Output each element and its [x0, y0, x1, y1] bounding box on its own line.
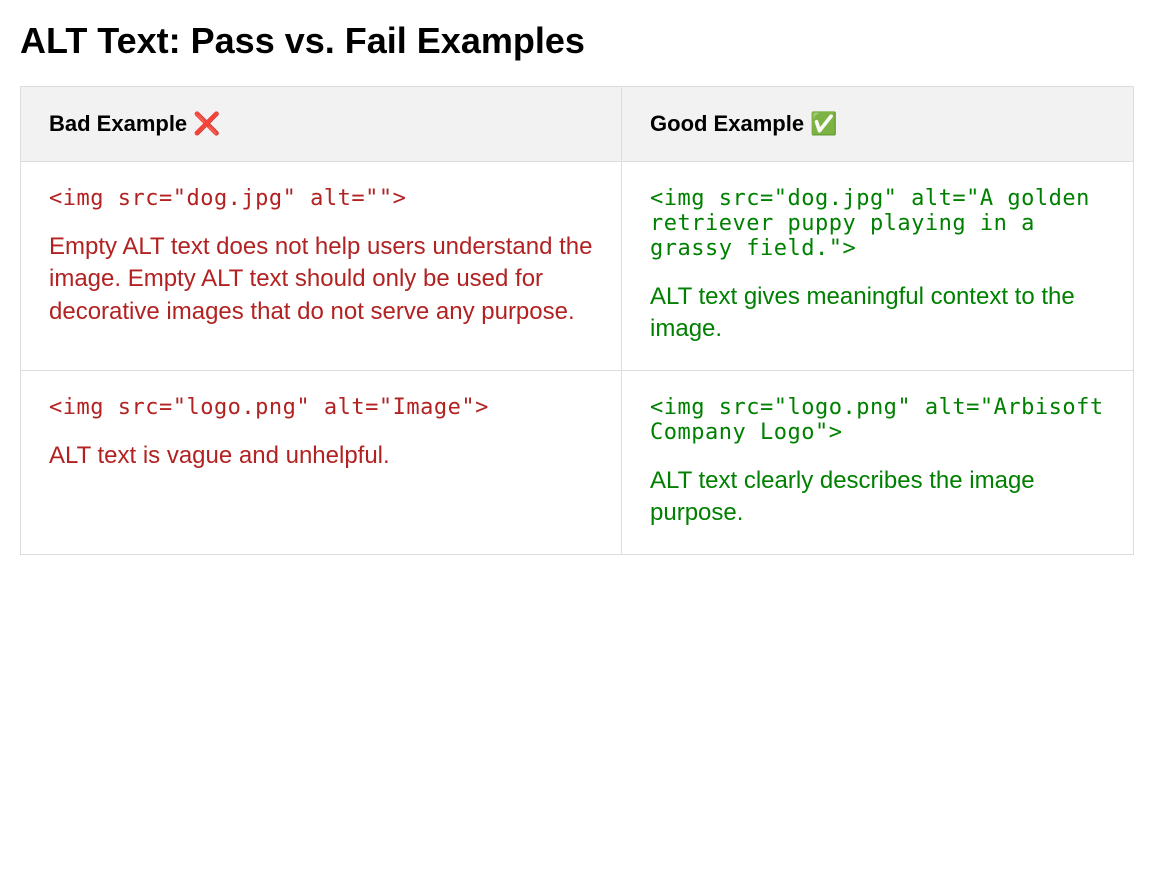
examples-table: Bad Example ❌ Good Example ✅ <img src="d… [20, 86, 1134, 555]
table-row: <img src="logo.png" alt="Image"> ALT tex… [21, 370, 1134, 554]
good-example-cell: <img src="dog.jpg" alt="A golden retriev… [622, 162, 1134, 371]
bad-example-cell: <img src="logo.png" alt="Image"> ALT tex… [21, 370, 622, 554]
bad-header: Bad Example ❌ [21, 87, 622, 162]
code-snippet: <img src="dog.jpg" alt=""> [49, 186, 593, 211]
code-snippet: <img src="dog.jpg" alt="A golden retriev… [650, 186, 1105, 261]
table-row: <img src="dog.jpg" alt=""> Empty ALT tex… [21, 162, 1134, 371]
code-snippet: <img src="logo.png" alt="Image"> [49, 395, 593, 420]
bad-example-cell: <img src="dog.jpg" alt=""> Empty ALT tex… [21, 162, 622, 371]
page-title: ALT Text: Pass vs. Fail Examples [20, 20, 1134, 62]
explanation-text: ALT text is vague and unhelpful. [49, 440, 593, 472]
explanation-text: Empty ALT text does not help users under… [49, 231, 593, 328]
explanation-text: ALT text gives meaningful context to the… [650, 281, 1105, 346]
code-snippet: <img src="logo.png" alt="Arbisoft Compan… [650, 395, 1105, 445]
good-example-cell: <img src="logo.png" alt="Arbisoft Compan… [622, 370, 1134, 554]
good-header: Good Example ✅ [622, 87, 1134, 162]
explanation-text: ALT text clearly describes the image pur… [650, 465, 1105, 530]
